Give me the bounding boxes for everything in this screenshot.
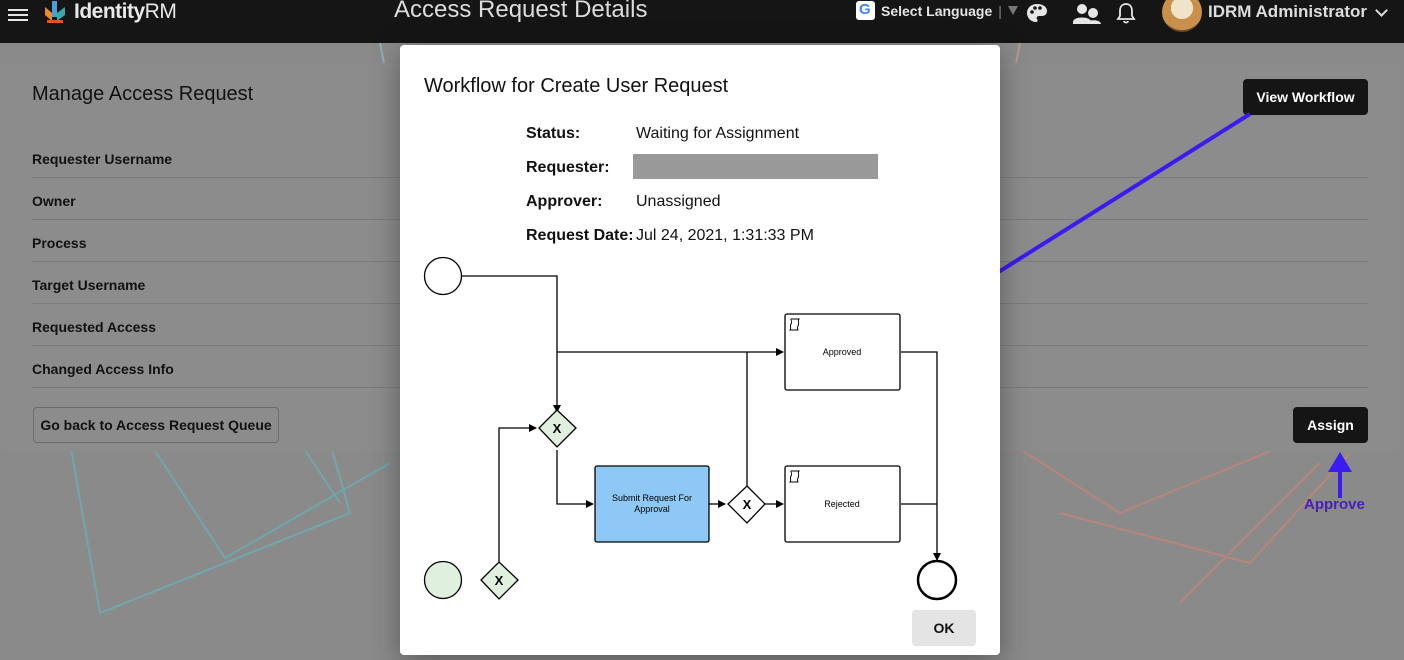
svg-text:Rejected: Rejected <box>824 499 860 509</box>
assign-button[interactable]: Assign <box>1293 407 1368 443</box>
start-event <box>423 256 463 296</box>
workflow-dialog: Workflow for Create User Request Status:… <box>400 45 1000 655</box>
svg-text:X: X <box>495 573 504 588</box>
approve-annotation-label: Approve <box>1304 496 1365 513</box>
svg-text:Approved: Approved <box>823 347 862 357</box>
menu-icon[interactable] <box>8 6 28 22</box>
svg-text:X: X <box>553 421 562 436</box>
page-title: Access Request Details <box>394 0 648 23</box>
avatar <box>1162 0 1202 32</box>
svg-text:Approval: Approval <box>634 504 670 514</box>
task-approved: Approved <box>784 313 901 391</box>
decision-gateway: X <box>727 485 766 524</box>
svg-text:Submit Request For: Submit Request For <box>612 493 692 503</box>
flow-gateway-to-submit <box>556 450 594 508</box>
flow-approved-to-end <box>901 351 941 561</box>
top-app-bar: IdentityRM Access Request Details Select… <box>0 0 1404 43</box>
google-translate-icon <box>856 1 875 20</box>
user-menu[interactable]: IDRM Administrator <box>1162 0 1388 32</box>
notification-bell-icon[interactable] <box>1116 2 1136 24</box>
language-label: Select Language <box>881 2 993 19</box>
start-event-timer <box>423 560 463 600</box>
back-to-queue-button[interactable]: Go back to Access Request Queue <box>33 407 279 443</box>
ok-button[interactable]: OK <box>912 610 976 646</box>
view-workflow-button[interactable]: View Workflow <box>1243 79 1368 115</box>
identityrm-logo-icon <box>45 1 65 23</box>
users-icon[interactable] <box>1072 2 1102 26</box>
task-rejected: Rejected <box>784 465 901 543</box>
language-separator: | <box>998 2 1002 19</box>
app-logo[interactable]: IdentityRM <box>42 0 177 26</box>
palette-icon[interactable] <box>1026 2 1048 24</box>
svg-text:X: X <box>743 497 752 512</box>
language-selector[interactable]: Select Language | <box>856 1 1018 20</box>
chevron-down-icon <box>1375 3 1388 17</box>
flow-start-to-gateway <box>462 275 561 413</box>
user-name: IDRM Administrator <box>1208 2 1367 21</box>
flow-gateway2-to-gateway <box>498 424 537 563</box>
logo-text: IdentityRM <box>74 0 177 23</box>
workflow-diagram: X X X Submit Request For Approval Approv… <box>423 256 958 601</box>
exclusive-gateway: X <box>480 561 519 600</box>
caret-down-icon <box>1007 6 1018 15</box>
card-title: Manage Access Request <box>32 83 254 105</box>
end-event <box>916 559 958 601</box>
exclusive-gateway: X <box>538 409 577 448</box>
task-submit-request: Submit Request For Approval <box>594 465 710 543</box>
